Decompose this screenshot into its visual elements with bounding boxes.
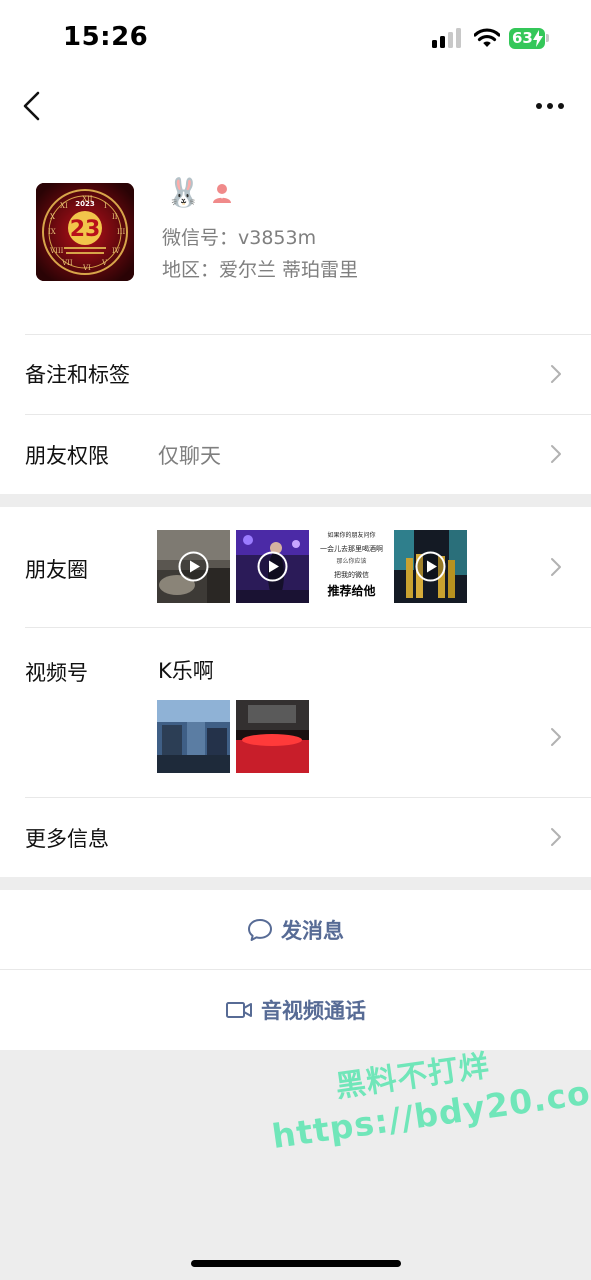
region: 地区：爱尔兰 蒂珀雷里 — [162, 259, 359, 281]
more-options-button[interactable] — [530, 94, 570, 118]
svg-text:II: II — [112, 213, 118, 221]
video-call-label: 音视频通话 — [261, 999, 366, 1023]
chevron-right-icon — [551, 365, 561, 383]
play-icon — [415, 551, 446, 582]
battery-level: 63 — [512, 29, 533, 47]
svg-text:IV: IV — [112, 247, 121, 255]
moments-thumbnail[interactable] — [236, 530, 309, 603]
chevron-right-icon — [551, 828, 561, 846]
moments-text-thumbnail[interactable]: 如果你的朋友问你 一会儿去那里喝酒啊 那么你应该 把我的微信 推荐给他 — [315, 530, 388, 603]
video-camera-icon — [226, 1002, 252, 1018]
remark-tags-row[interactable]: 备注和标签 — [0, 334, 591, 414]
profile-header: XII III VI IX I II IV V VII VIII X XI 20… — [0, 142, 591, 334]
channels-row[interactable]: 视频号 K乐啊 — [0, 627, 591, 797]
status-time: 15:26 — [63, 22, 149, 52]
svg-text:X: X — [50, 213, 55, 221]
svg-text:III: III — [117, 228, 126, 236]
wifi-icon — [474, 28, 500, 47]
svg-text:VI: VI — [82, 264, 91, 272]
nickname: 🐰 — [166, 176, 201, 209]
battery-indicator: 63 — [509, 28, 545, 49]
friend-permission-value: 仅聊天 — [158, 444, 221, 468]
more-info-label: 更多信息 — [25, 827, 109, 851]
friend-permission-label: 朋友权限 — [25, 444, 109, 468]
nav-bar — [0, 72, 591, 142]
remark-tags-label: 备注和标签 — [25, 363, 130, 387]
moments-row[interactable]: 朋友圈 如果你的朋友问你 一会儿去那里喝酒啊 那么你应该 把我的微信 推荐给他 — [0, 507, 591, 627]
channels-label: 视频号 — [25, 661, 88, 685]
svg-text:V: V — [101, 259, 108, 267]
contact-profile-screen: 15:26 63 XII III VI IX I II IV V VII VII… — [0, 0, 591, 1280]
chevron-right-icon — [551, 728, 561, 746]
send-message-label: 发消息 — [281, 919, 344, 943]
more-dots-icon — [536, 103, 564, 109]
female-person-icon — [213, 184, 231, 203]
charging-bolt-icon — [533, 30, 543, 47]
channels-name: K乐啊 — [158, 659, 214, 683]
moments-thumbnail[interactable] — [157, 530, 230, 603]
avatar-year: 2023 — [75, 200, 95, 208]
svg-text:VII: VII — [61, 259, 73, 267]
status-bar: 15:26 63 — [0, 0, 591, 72]
send-message-button[interactable]: 发消息 — [0, 890, 591, 970]
play-icon — [257, 551, 288, 582]
avatar-image: XII III VI IX I II IV V VII VIII X XI 20… — [36, 183, 134, 281]
more-info-row[interactable]: 更多信息 — [0, 797, 591, 877]
svg-text:XI: XI — [60, 202, 68, 210]
friend-permission-row[interactable]: 朋友权限 仅聊天 — [0, 414, 591, 494]
channels-thumbnail[interactable] — [157, 700, 230, 773]
moments-label: 朋友圈 — [25, 558, 88, 582]
svg-text:VIII: VIII — [49, 247, 64, 255]
moments-thumbnail[interactable] — [394, 530, 467, 603]
cellular-signal-icon — [432, 28, 462, 48]
chevron-right-icon — [551, 445, 561, 463]
avatar-number: 23 — [70, 217, 101, 242]
avatar[interactable]: XII III VI IX I II IV V VII VIII X XI 20… — [36, 183, 134, 281]
wechat-id: 微信号：v3853m — [162, 227, 317, 249]
battery-cap — [546, 34, 549, 42]
play-icon — [178, 551, 209, 582]
chevron-left-icon — [23, 91, 40, 121]
channels-thumbnail[interactable] — [236, 700, 309, 773]
back-button[interactable] — [16, 88, 50, 124]
chevron-right-icon — [551, 558, 561, 576]
svg-text:IX: IX — [48, 228, 56, 236]
home-indicator — [191, 1260, 401, 1267]
svg-text:I: I — [104, 202, 107, 210]
chat-bubble-icon — [248, 919, 272, 941]
